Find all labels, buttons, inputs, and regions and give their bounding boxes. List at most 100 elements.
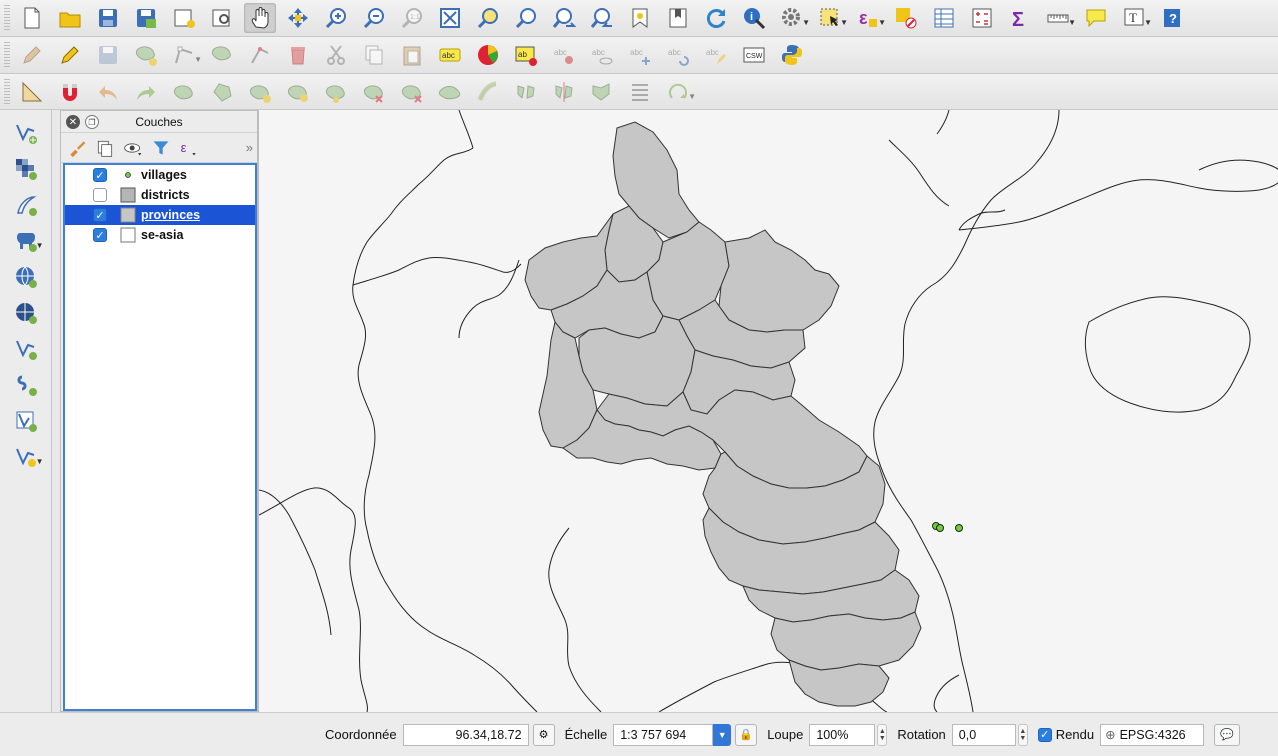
zoom-to-layer-icon[interactable]: [510, 3, 542, 33]
villages-layer[interactable]: [932, 522, 963, 532]
add-wms-layer-icon[interactable]: [10, 262, 42, 292]
save-as-icon[interactable]: [130, 3, 162, 33]
statistics-icon[interactable]: Σ: [1004, 3, 1036, 33]
delete-ring-icon[interactable]: [358, 77, 390, 107]
identify-icon[interactable]: i: [738, 3, 770, 33]
map-tips-icon[interactable]: [1080, 3, 1112, 33]
add-vector-layer-icon[interactable]: [10, 118, 42, 148]
magnifier-field[interactable]: 100%: [809, 723, 876, 746]
measure-icon[interactable]: ▼: [1042, 3, 1076, 33]
layer-labeling-icon[interactable]: ab: [510, 40, 542, 70]
new-shapefile-icon[interactable]: ▼: [10, 442, 44, 472]
render-checkbox[interactable]: ✓: [1037, 727, 1052, 742]
zoom-in-icon[interactable]: [320, 3, 352, 33]
close-icon[interactable]: ✕: [66, 115, 80, 129]
fill-ring-icon[interactable]: [320, 77, 352, 107]
layer-row-districts[interactable]: districts: [65, 185, 255, 205]
undo-icon[interactable]: [92, 77, 124, 107]
layer-visibility-checkbox[interactable]: ✓: [93, 208, 107, 222]
more-tools-icon[interactable]: »: [246, 140, 253, 155]
zoom-last-icon[interactable]: [548, 3, 580, 33]
paste-icon[interactable]: [396, 40, 428, 70]
simplify-icon[interactable]: [206, 77, 238, 107]
save-project-icon[interactable]: [92, 3, 124, 33]
map-svg[interactable]: [259, 110, 1278, 712]
filter-icon[interactable]: [151, 138, 171, 158]
new-print-composer-icon[interactable]: [168, 3, 200, 33]
field-calculator-icon[interactable]: [966, 3, 998, 33]
layer-visibility-checkbox[interactable]: ✓: [93, 168, 107, 182]
offset-curve-icon[interactable]: [472, 77, 504, 107]
csw-icon[interactable]: CSW: [738, 40, 770, 70]
zoom-native-icon[interactable]: 1:1: [396, 3, 428, 33]
mouse-coordinate-toggle-icon[interactable]: ⚙: [532, 723, 555, 746]
layer-visibility-checkbox[interactable]: ✓: [93, 228, 107, 242]
split-features-icon[interactable]: [510, 77, 542, 107]
cut-icon[interactable]: [320, 40, 352, 70]
move-feature-icon[interactable]: [206, 40, 238, 70]
provinces-layer[interactable]: [524, 121, 922, 707]
layer-row-se-asia[interactable]: ✓ se-asia: [65, 225, 255, 245]
change-label-icon[interactable]: abc: [700, 40, 732, 70]
move-label-icon[interactable]: abc: [624, 40, 656, 70]
visibility-eye-icon[interactable]: [123, 138, 143, 158]
lock-scale-icon[interactable]: 🔒: [735, 723, 758, 746]
composer-manager-icon[interactable]: [206, 3, 238, 33]
edit-pencil-icon[interactable]: [16, 40, 48, 70]
add-wfs-layer-icon[interactable]: [10, 334, 42, 364]
filter-expression-icon[interactable]: ε: [179, 138, 199, 158]
float-panel-icon[interactable]: ❐: [85, 115, 99, 129]
refresh-icon[interactable]: [700, 3, 732, 33]
layer-row-provinces[interactable]: ✓ provinces: [65, 205, 255, 225]
delete-part-icon[interactable]: [396, 77, 428, 107]
scale-combobox[interactable]: 1:3 757 694: [613, 723, 714, 746]
merge-features-icon[interactable]: [586, 77, 618, 107]
toolbar-grip[interactable]: [4, 78, 10, 105]
zoom-full-icon[interactable]: [434, 3, 466, 33]
action-icon[interactable]: ▼: [776, 3, 810, 33]
save-edits-icon[interactable]: [92, 40, 124, 70]
select-icon[interactable]: ▼: [814, 3, 848, 33]
toolbar-grip[interactable]: [4, 42, 10, 68]
add-spatialite-layer-icon[interactable]: [10, 190, 42, 220]
rotate-symbols-icon[interactable]: ▼: [662, 77, 696, 107]
add-wcs-layer-icon[interactable]: [10, 298, 42, 328]
show-bookmarks-icon[interactable]: [662, 3, 694, 33]
add-group-icon[interactable]: [95, 138, 115, 158]
attribute-table-icon[interactable]: [928, 3, 960, 33]
delete-selected-icon[interactable]: [282, 40, 314, 70]
map-canvas[interactable]: [258, 110, 1278, 712]
copy-icon[interactable]: [358, 40, 390, 70]
add-virtual-layer-icon[interactable]: [10, 406, 42, 436]
layer-visibility-checkbox[interactable]: [93, 188, 107, 202]
pin-labels-icon[interactable]: abc: [548, 40, 580, 70]
crs-button[interactable]: ⊕ EPSG:4326: [1100, 723, 1205, 746]
add-delimited-text-icon[interactable]: [10, 370, 42, 400]
pan-icon[interactable]: [244, 3, 276, 33]
messages-icon[interactable]: 💬: [1214, 723, 1241, 746]
split-parts-icon[interactable]: [548, 77, 580, 107]
layer-row-villages[interactable]: ✓ villages: [65, 165, 255, 185]
text-annotation-icon[interactable]: T ▼: [1118, 3, 1152, 33]
node-edit-icon[interactable]: [244, 40, 276, 70]
style-brush-icon[interactable]: [67, 138, 87, 158]
deselect-icon[interactable]: [890, 3, 922, 33]
toggle-editing-icon[interactable]: [54, 40, 86, 70]
python-icon[interactable]: [776, 40, 808, 70]
expression-select-icon[interactable]: ε ▼: [852, 3, 886, 33]
measure-angle-icon[interactable]: [16, 77, 48, 107]
pan-to-selection-icon[interactable]: [282, 3, 314, 33]
add-postgis-layer-icon[interactable]: ▼: [10, 226, 44, 256]
rotation-field[interactable]: 0,0: [951, 723, 1016, 746]
zoom-to-selection-icon[interactable]: [472, 3, 504, 33]
coordinate-field[interactable]: 96.34,18.72: [402, 723, 529, 746]
reshape-icon[interactable]: [434, 77, 466, 107]
label-abc-icon[interactable]: abc: [434, 40, 466, 70]
add-raster-layer-icon[interactable]: [10, 154, 42, 184]
new-bookmark-icon[interactable]: [624, 3, 656, 33]
snapping-icon[interactable]: [54, 77, 86, 107]
rotate-label-icon[interactable]: abc: [662, 40, 694, 70]
rotate-feature-icon[interactable]: [168, 77, 200, 107]
open-project-icon[interactable]: [54, 3, 86, 33]
add-feature-icon[interactable]: [130, 40, 162, 70]
